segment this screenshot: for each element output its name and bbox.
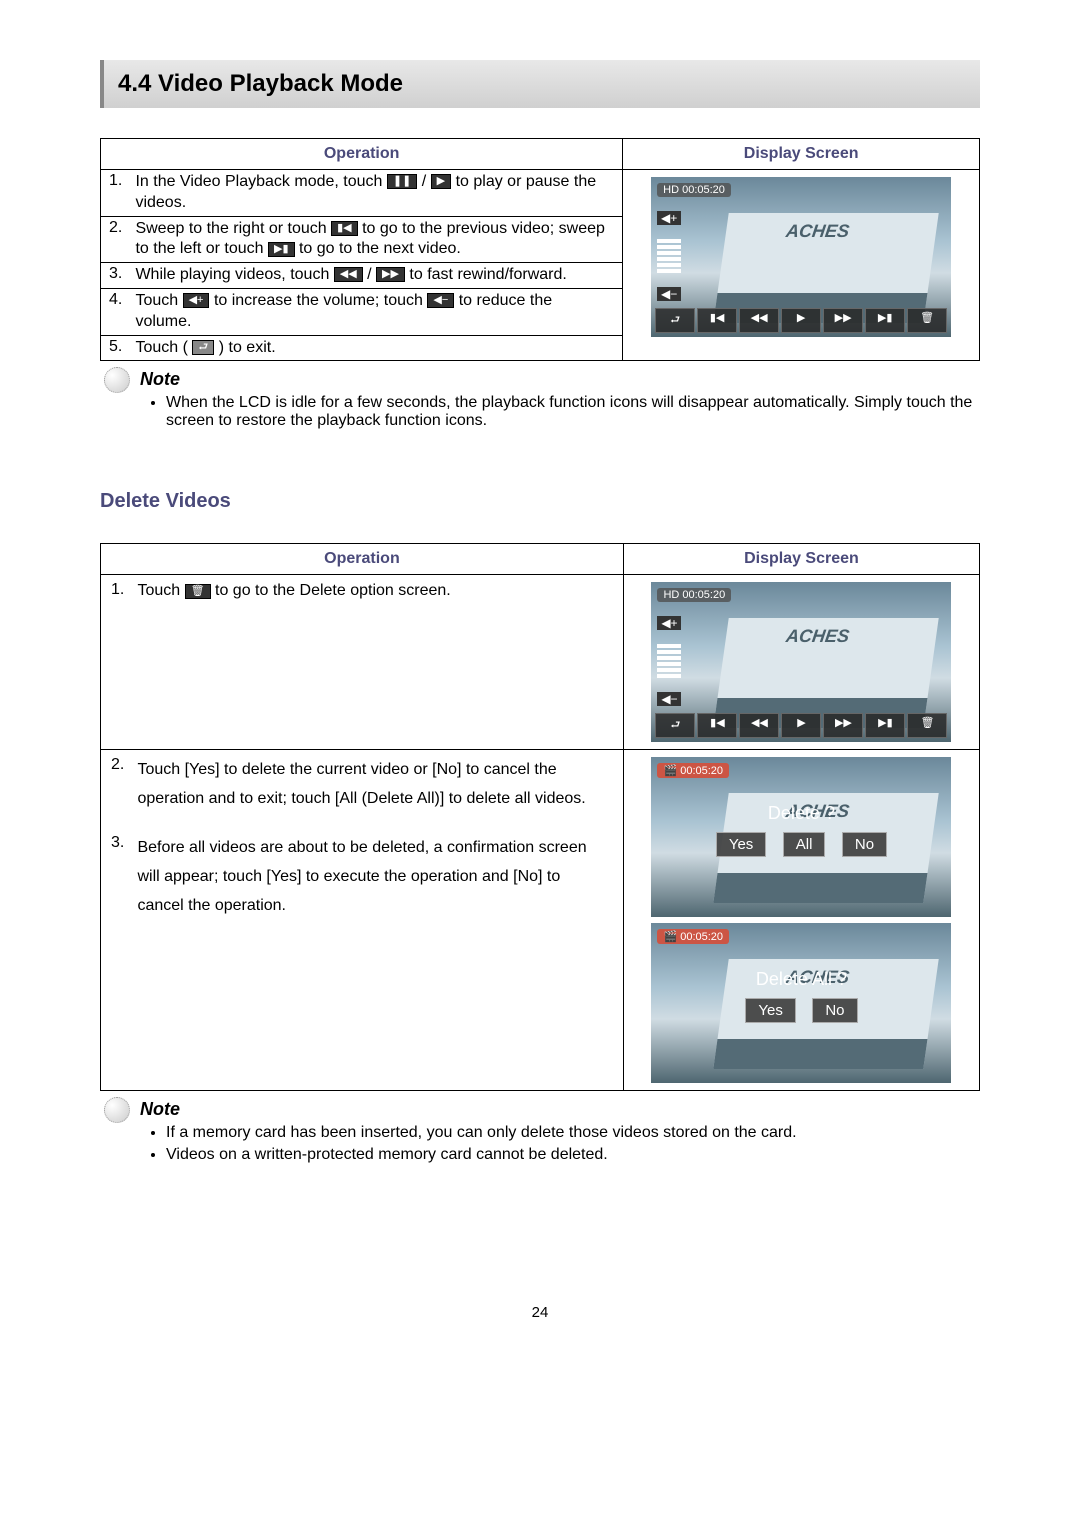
pb-return-icon: ⮐ — [655, 713, 695, 738]
vol-plus-icon: ◀+ — [657, 211, 681, 225]
rewind-icon: ◀◀ — [334, 267, 363, 282]
pb-trash-icon: 🗑 — [907, 713, 947, 738]
playback-control-bar: ⮐ ▮◀ ◀◀ ▶ ▶▶ ▶▮ 🗑 — [655, 713, 947, 738]
hd-time-badge: HD 00:05:20 — [657, 588, 731, 602]
delete-videos-heading: Delete Videos — [100, 490, 980, 513]
playback-control-bar: ⮐ ▮◀ ◀◀ ▶ ▶▶ ▶▮ 🗑 — [655, 308, 947, 333]
note-item: If a memory card has been inserted, you … — [166, 1124, 980, 1142]
vol-minus-icon: ◀− — [657, 692, 681, 706]
note-heading: Note — [140, 369, 980, 390]
delete-dialog: Delete ? Yes All No — [651, 803, 951, 857]
dialog-yes-button: Yes — [745, 998, 795, 1023]
trash-icon: 🗑 — [185, 584, 211, 599]
pb-play-icon: ▶ — [781, 713, 821, 738]
next-icon: ▶▮ — [268, 242, 295, 257]
volume-down-icon: ◀− — [427, 293, 454, 308]
playback-table: Operation Display Screen 1. In the Video… — [100, 138, 980, 361]
pb-next-icon: ▶▮ — [865, 713, 905, 738]
pb-prev-icon: ▮◀ — [697, 308, 737, 333]
delete-option-screenshot: HD 00:05:20 ◀+ ◀− ⮐ ▮◀ ◀◀ ▶ ▶▶ ▶▮ 🗑 — [651, 582, 951, 742]
pause-icon: ❚❚ — [387, 174, 417, 189]
delete-table: Operation Display Screen 1. Touch 🗑 to g… — [100, 543, 980, 1091]
step-num: 5. — [109, 338, 131, 356]
note-item: When the LCD is idle for a few seconds, … — [166, 394, 980, 430]
pb-play-icon: ▶ — [781, 308, 821, 333]
step-text: Touch ◀+ to increase the volume; touch ◀… — [135, 291, 605, 333]
note-heading: Note — [140, 1099, 980, 1120]
note-block: Note When the LCD is idle for a few seco… — [100, 369, 980, 430]
play-icon: ▶ — [431, 174, 451, 189]
prev-icon: ▮◀ — [331, 221, 358, 236]
step-num: 1. — [109, 172, 131, 190]
hd-time-badge: 🎬 00:05:20 — [657, 929, 729, 944]
pb-prev-icon: ▮◀ — [697, 713, 737, 738]
section-heading: 4.4 Video Playback Mode — [100, 60, 980, 108]
page-number: 24 — [100, 1304, 980, 1321]
step-num: 3. — [111, 834, 133, 852]
boat-image — [713, 213, 938, 323]
vol-minus-icon: ◀− — [657, 287, 681, 301]
delete-all-dialog-title: Delete All ? — [651, 969, 951, 990]
col-header-operation: Operation — [101, 139, 623, 170]
step-text: Before all videos are about to be delete… — [137, 834, 607, 920]
pb-next-icon: ▶▮ — [865, 308, 905, 333]
dialog-no-button: No — [842, 832, 887, 857]
dialog-no-button: No — [812, 998, 857, 1023]
pb-rew-icon: ◀◀ — [739, 308, 779, 333]
delete-dialog-title: Delete ? — [651, 803, 951, 824]
playback-screenshot: HD 00:05:20 ◀+ ◀− ⮐ ▮◀ ◀◀ ▶ ▶▶ ▶▮ 🗑 — [651, 177, 951, 337]
boat-image — [714, 618, 939, 728]
step-num: 1. — [111, 581, 133, 599]
step-text: In the Video Playback mode, touch ❚❚ / ▶… — [135, 172, 605, 214]
display-cell: HD 00:05:20 ◀+ ◀− ⮐ ▮◀ ◀◀ ▶ ▶▶ ▶▮ 🗑 — [623, 575, 979, 750]
pb-rew-icon: ◀◀ — [739, 713, 779, 738]
dialog-yes-button: Yes — [716, 832, 766, 857]
step-text: Touch ( ⮐ ) to exit. — [135, 338, 605, 359]
pb-fwd-icon: ▶▶ — [823, 308, 863, 333]
return-icon: ⮐ — [192, 340, 214, 355]
volume-bar: ◀+ ◀− — [657, 211, 681, 301]
vol-plus-icon: ◀+ — [657, 616, 681, 630]
col-header-display: Display Screen — [623, 544, 979, 575]
delete-confirm-screenshot: 🎬 00:05:20 Delete ? Yes All No — [651, 757, 951, 917]
display-cell: HD 00:05:20 ◀+ ◀− ⮐ ▮◀ ◀◀ ▶ ▶▶ ▶▮ 🗑 — [623, 170, 980, 361]
pb-fwd-icon: ▶▶ — [823, 713, 863, 738]
volume-up-icon: ◀+ — [183, 293, 210, 308]
step-num: 2. — [111, 756, 133, 774]
step-num: 2. — [109, 219, 131, 237]
col-header-operation: Operation — [101, 544, 624, 575]
pb-return-icon: ⮐ — [655, 308, 695, 333]
step-text: Touch [Yes] to delete the current video … — [137, 756, 607, 814]
dialog-all-button: All — [783, 832, 826, 857]
forward-icon: ▶▶ — [376, 267, 405, 282]
note-item: Videos on a written-protected memory car… — [166, 1146, 980, 1164]
step-text: While playing videos, touch ◀◀ / ▶▶ to f… — [135, 265, 605, 286]
step-num: 4. — [109, 291, 131, 309]
step-text: Touch 🗑 to go to the Delete option scree… — [137, 581, 607, 602]
volume-bar: ◀+ ◀− — [657, 616, 681, 706]
step-text: Sweep to the right or touch ▮◀ to go to … — [135, 219, 605, 261]
hd-time-badge: 🎬 00:05:20 — [657, 763, 729, 778]
display-cell: 🎬 00:05:20 Delete ? Yes All No 🎬 00:05:2… — [623, 750, 979, 1091]
hd-time-badge: HD 00:05:20 — [657, 183, 731, 197]
delete-all-confirm-screenshot: 🎬 00:05:20 Delete All ? Yes No — [651, 923, 951, 1083]
step-num: 3. — [109, 265, 131, 283]
delete-all-dialog: Delete All ? Yes No — [651, 969, 951, 1023]
col-header-display: Display Screen — [623, 139, 980, 170]
pb-trash-icon: 🗑 — [907, 308, 947, 333]
note-block: Note If a memory card has been inserted,… — [100, 1099, 980, 1164]
